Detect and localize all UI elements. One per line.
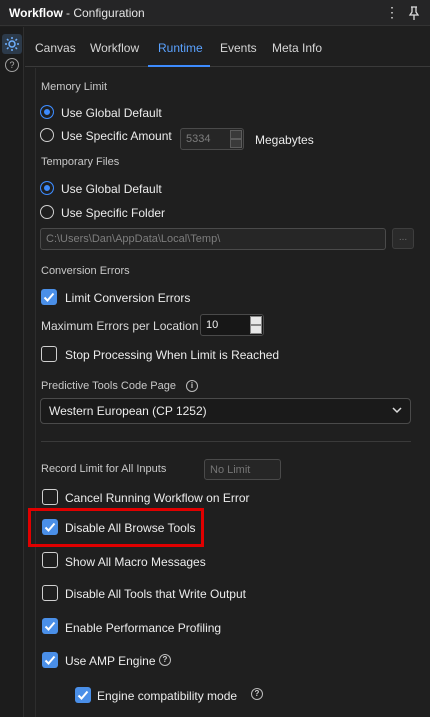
max-errors-up-icon[interactable]	[250, 316, 262, 325]
memory-amount-input[interactable]: 5334	[180, 128, 244, 150]
disable-output-label: Disable All Tools that Write Output	[65, 587, 246, 601]
macro-messages-label: Show All Macro Messages	[65, 555, 206, 569]
cancel-on-error-checkbox[interactable]	[42, 489, 58, 505]
amp-engine-label: Use AMP Engine	[65, 654, 156, 668]
temp-files-heading: Temporary Files	[41, 156, 120, 168]
panel-rail	[35, 68, 36, 717]
browse-folder-button[interactable]: ...	[392, 228, 414, 249]
memory-spin-up-icon[interactable]	[230, 130, 242, 139]
record-limit-label: Record Limit for All Inputs	[41, 463, 167, 475]
tab-events[interactable]: Events	[220, 41, 257, 55]
max-errors-label: Maximum Errors per Location	[41, 319, 199, 333]
codepage-value: Western European (CP 1252)	[49, 404, 207, 418]
side-panel-strip	[0, 27, 24, 717]
performance-profiling-checkbox[interactable]	[42, 618, 58, 634]
max-errors-value: 10	[206, 319, 219, 331]
limit-errors-checkbox[interactable]	[41, 289, 57, 305]
codepage-select[interactable]: Western European (CP 1252)	[40, 398, 411, 424]
codepage-heading: Predictive Tools Code Page	[41, 380, 176, 392]
active-tab-indicator	[148, 65, 210, 67]
memory-specific-label: Use Specific Amount	[61, 129, 172, 143]
conversion-errors-heading: Conversion Errors	[41, 265, 130, 277]
tab-bar: Canvas Workflow Runtime Events Meta Info	[25, 27, 430, 67]
engine-compat-checkbox[interactable]	[75, 687, 91, 703]
cancel-on-error-label: Cancel Running Workflow on Error	[65, 491, 250, 505]
info-icon[interactable]: i	[186, 380, 198, 392]
stop-processing-checkbox[interactable]	[41, 346, 57, 362]
more-vertical-icon[interactable]: ⋮	[385, 4, 399, 20]
limit-errors-label: Limit Conversion Errors	[65, 291, 191, 305]
disable-output-checkbox[interactable]	[42, 585, 58, 601]
chevron-down-icon	[392, 407, 402, 414]
max-errors-input[interactable]: 10	[200, 314, 264, 336]
record-limit-input[interactable]	[204, 459, 281, 480]
temp-specific-radio[interactable]	[40, 205, 54, 219]
tab-workflow[interactable]: Workflow	[90, 41, 139, 55]
gear-icon[interactable]	[2, 34, 22, 54]
temp-global-label: Use Global Default	[61, 182, 162, 196]
tab-canvas[interactable]: Canvas	[35, 41, 76, 55]
memory-limit-heading: Memory Limit	[41, 81, 108, 93]
highlight-box	[28, 508, 204, 547]
window-subtitle: - Configuration	[66, 6, 145, 20]
memory-unit-label: Megabytes	[255, 133, 314, 147]
temp-folder-input[interactable]: C:\Users\Dan\AppData\Local\Temp\	[40, 228, 386, 250]
memory-spin-down-icon[interactable]	[230, 139, 242, 148]
macro-messages-checkbox[interactable]	[42, 552, 58, 568]
amp-help-icon[interactable]: ?	[159, 654, 171, 666]
memory-amount-value: 5334	[186, 133, 211, 145]
memory-global-label: Use Global Default	[61, 106, 162, 120]
max-errors-down-icon[interactable]	[250, 325, 262, 334]
title-bar: Workflow - Configuration ⋮	[0, 0, 430, 26]
tab-meta-info[interactable]: Meta Info	[272, 41, 322, 55]
temp-global-radio[interactable]	[40, 181, 54, 195]
memory-global-radio[interactable]	[40, 105, 54, 119]
pin-icon[interactable]	[406, 5, 422, 21]
engine-compat-label: Engine compatibility mode	[97, 689, 238, 703]
temp-specific-label: Use Specific Folder	[61, 206, 166, 220]
temp-folder-path: C:\Users\Dan\AppData\Local\Temp\	[46, 233, 221, 245]
section-divider	[41, 441, 411, 442]
engine-compat-help-icon[interactable]: ?	[251, 688, 263, 700]
performance-profiling-label: Enable Performance Profiling	[65, 621, 222, 635]
window-title: Workflow	[9, 6, 63, 20]
stop-processing-label: Stop Processing When Limit is Reached	[65, 348, 280, 362]
amp-engine-checkbox[interactable]	[42, 652, 58, 668]
memory-specific-radio[interactable]	[40, 128, 54, 142]
tab-runtime[interactable]: Runtime	[158, 41, 203, 55]
help-circle-icon[interactable]: ?	[5, 58, 19, 72]
